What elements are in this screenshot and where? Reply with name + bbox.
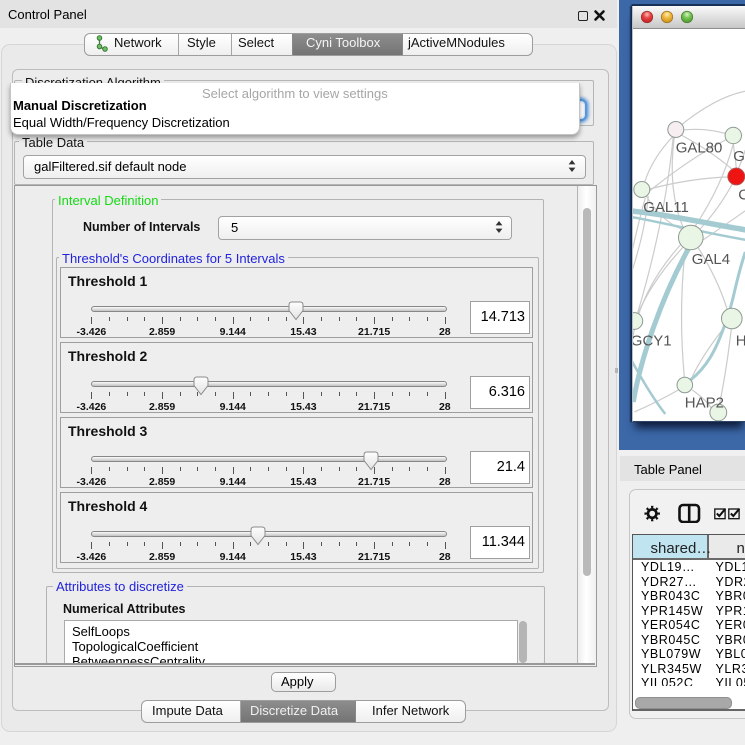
svg-text:HAP2: HAP2 — [684, 394, 723, 411]
svg-text:GCY1: GCY1 — [633, 332, 672, 349]
svg-text:HIS: HIS — [735, 332, 744, 349]
svg-text:GAL11: GAL11 — [643, 199, 689, 216]
svg-text:CDC: CDC — [738, 187, 745, 204]
svg-text:GAL80: GAL80 — [675, 139, 722, 156]
svg-text:GAL4: GAL4 — [691, 251, 729, 268]
svg-text:GAL: GAL — [733, 148, 745, 165]
